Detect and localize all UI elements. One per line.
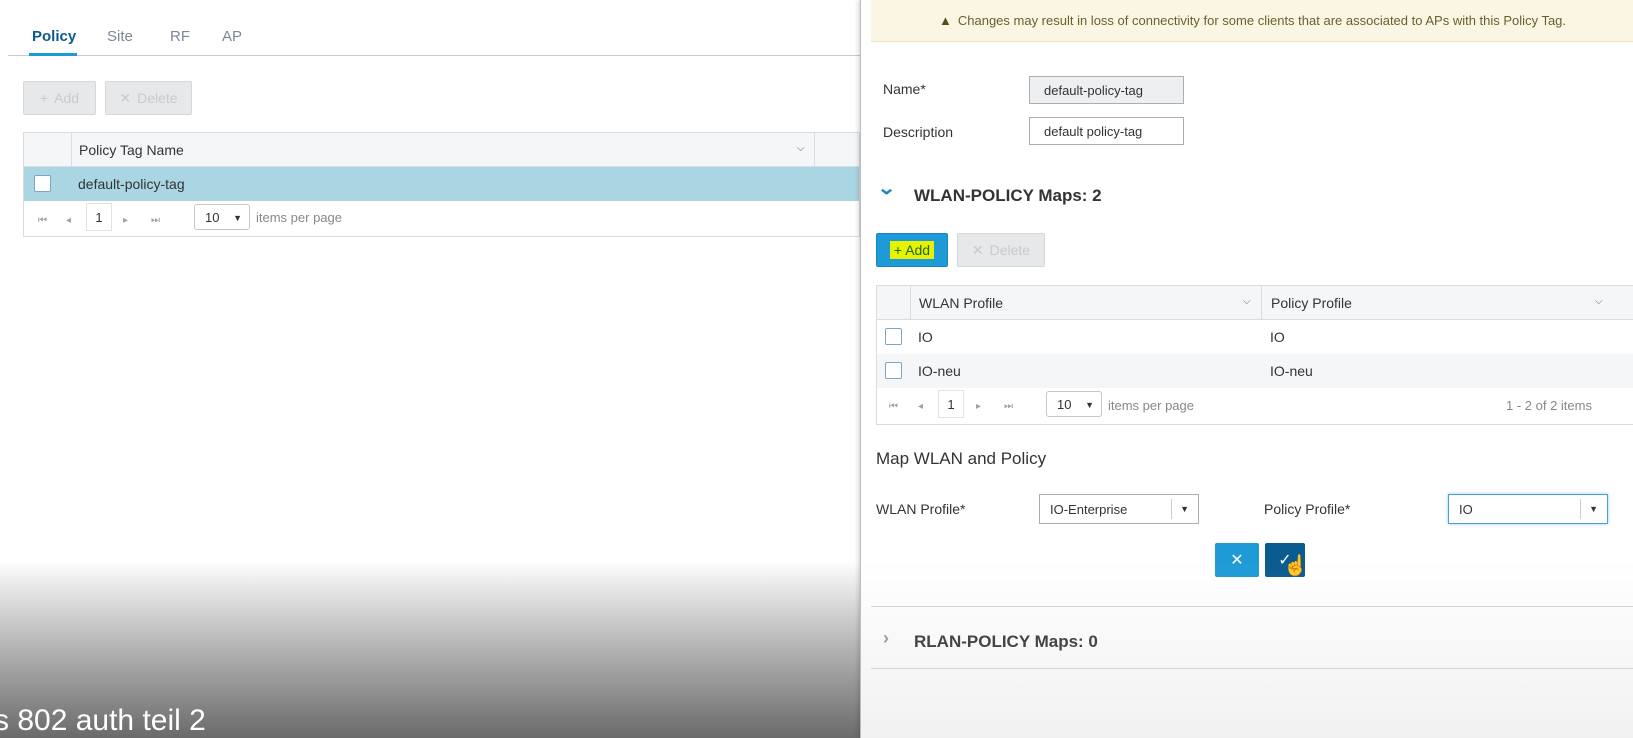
prev-page-icon[interactable]: ◂ bbox=[66, 215, 71, 226]
chevron-down-icon[interactable]: ⌵ bbox=[797, 143, 805, 154]
items-per-page-select[interactable]: 10 ▼ bbox=[194, 204, 250, 230]
add-button-label: Add bbox=[54, 90, 80, 106]
chevron-right-icon[interactable]: › bbox=[883, 628, 889, 649]
close-icon: ✕ bbox=[971, 241, 984, 258]
table-row[interactable]: IO IO bbox=[877, 320, 1633, 354]
items-per-page-select[interactable]: 10 ▼ bbox=[1046, 391, 1102, 417]
tab-policy[interactable]: Policy bbox=[32, 28, 76, 45]
wlan-profile-select[interactable]: IO-Enterprise ▼ bbox=[1039, 494, 1199, 524]
items-per-page-label: items per page bbox=[1108, 398, 1194, 413]
warning-text: Changes may result in loss of connectivi… bbox=[957, 13, 1567, 28]
items-per-page-label: items per page bbox=[256, 210, 342, 225]
edit-policy-tag-panel: ▲ Changes may result in loss of connecti… bbox=[860, 0, 1633, 738]
row-checkbox[interactable] bbox=[885, 362, 902, 379]
delete-mapping-label: Delete bbox=[989, 242, 1031, 258]
warning-icon: ▲ bbox=[938, 13, 952, 28]
warning-banner: ▲ Changes may result in loss of connecti… bbox=[871, 0, 1633, 42]
delete-button[interactable]: ✕ Delete bbox=[105, 81, 192, 115]
table-row[interactable]: default-policy-tag bbox=[24, 167, 859, 201]
wlan-profile-value: IO-Enterprise bbox=[1050, 501, 1128, 517]
wlan-profile-label: WLAN Profile* bbox=[876, 501, 966, 517]
description-label: Description bbox=[883, 124, 954, 140]
select-separator bbox=[1580, 499, 1581, 519]
row-checkbox[interactable] bbox=[34, 175, 51, 192]
add-mapping-highlight: + Add bbox=[889, 241, 935, 259]
section-divider bbox=[871, 606, 1633, 607]
wlan-policy-section-title[interactable]: WLAN-POLICY Maps: 2 bbox=[914, 186, 1102, 206]
tab-rf[interactable]: RF bbox=[170, 28, 190, 45]
close-icon: ✕ bbox=[1230, 552, 1244, 569]
column-header-policy-profile[interactable]: Policy Profile bbox=[1271, 286, 1352, 320]
rlan-policy-section-title[interactable]: RLAN-POLICY Maps: 0 bbox=[914, 632, 1098, 652]
cancel-mapping-button[interactable]: ✕ bbox=[1215, 543, 1259, 577]
policy-profile-cell[interactable]: IO-neu bbox=[1270, 354, 1313, 388]
chevron-down-icon[interactable]: ⌵ bbox=[1595, 296, 1603, 307]
delete-button-label: Delete bbox=[137, 90, 178, 106]
wlan-policy-table: WLAN Profile ⌵ Policy Profile ⌵ IO IO IO… bbox=[876, 285, 1633, 425]
policy-tag-table: Policy Tag Name ⌵ default-policy-tag ⏮ ◂… bbox=[23, 132, 860, 237]
next-page-icon[interactable]: ▸ bbox=[976, 401, 981, 412]
close-icon: ✕ bbox=[119, 89, 132, 106]
pagination: ⏮ ◂ 1 ▸ ⏭ 10 ▼ items per page 1 - 2 of 2… bbox=[877, 389, 1633, 427]
table-header: WLAN Profile ⌵ Policy Profile ⌵ bbox=[877, 286, 1633, 320]
name-field[interactable]: default-policy-tag bbox=[1029, 76, 1184, 104]
tag-tabs: Policy Site RF AP bbox=[8, 0, 860, 56]
plus-icon: + bbox=[893, 242, 903, 258]
chevron-down-icon[interactable]: ⌵ bbox=[1243, 296, 1251, 307]
column-divider bbox=[910, 286, 911, 320]
table-row[interactable]: IO-neu IO-neu bbox=[877, 354, 1633, 388]
current-page[interactable]: 1 bbox=[938, 390, 964, 418]
wlan-profile-cell[interactable]: IO bbox=[918, 320, 933, 354]
column-header-policy-tag-name[interactable]: Policy Tag Name bbox=[79, 133, 184, 167]
map-wlan-policy-title: Map WLAN and Policy bbox=[876, 449, 1047, 468]
policy-profile-cell[interactable]: IO bbox=[1270, 320, 1285, 354]
plus-icon: + bbox=[39, 90, 49, 106]
first-page-icon[interactable]: ⏮ bbox=[889, 401, 898, 412]
next-page-icon[interactable]: ▸ bbox=[123, 215, 128, 226]
select-separator bbox=[1171, 499, 1172, 519]
table-header: Policy Tag Name ⌵ bbox=[24, 133, 859, 167]
policy-tag-name-cell[interactable]: default-policy-tag bbox=[78, 167, 185, 201]
description-field[interactable]: default policy-tag bbox=[1029, 117, 1184, 145]
tab-site[interactable]: Site bbox=[107, 28, 133, 45]
mouse-cursor-icon: ☝ bbox=[1283, 555, 1308, 577]
policy-profile-select[interactable]: IO ▼ bbox=[1448, 494, 1608, 524]
name-label: Name* bbox=[883, 81, 926, 97]
policy-tags-pane: Policy Site RF AP + Add ✕ Delete Policy … bbox=[0, 0, 860, 738]
pagination: ⏮ ◂ 1 ▸ ⏭ 10 ▼ items per page bbox=[24, 203, 859, 241]
items-per-page-value: 10 bbox=[1057, 396, 1072, 412]
items-summary: 1 - 2 of 2 items bbox=[1506, 398, 1592, 413]
policy-profile-label: Policy Profile* bbox=[1264, 501, 1351, 517]
wlan-profile-cell[interactable]: IO-neu bbox=[918, 354, 961, 388]
dropdown-arrow-icon: ▼ bbox=[233, 213, 242, 223]
row-checkbox[interactable] bbox=[885, 328, 902, 345]
current-page[interactable]: 1 bbox=[86, 203, 112, 231]
column-divider bbox=[814, 133, 815, 167]
column-divider bbox=[71, 133, 72, 167]
delete-mapping-button[interactable]: ✕ Delete bbox=[957, 233, 1045, 267]
add-button[interactable]: + Add bbox=[23, 81, 96, 115]
dropdown-arrow-icon: ▼ bbox=[1589, 504, 1598, 514]
column-header-wlan-profile[interactable]: WLAN Profile bbox=[919, 286, 1003, 320]
tab-ap[interactable]: AP bbox=[222, 28, 242, 45]
video-caption: s 802 auth teil 2 bbox=[0, 704, 206, 737]
items-per-page-value: 10 bbox=[205, 209, 220, 225]
first-page-icon[interactable]: ⏮ bbox=[38, 215, 47, 226]
dropdown-arrow-icon: ▼ bbox=[1180, 504, 1189, 514]
active-tab-indicator bbox=[29, 53, 77, 56]
dropdown-arrow-icon: ▼ bbox=[1085, 400, 1094, 410]
column-divider bbox=[1261, 286, 1262, 320]
add-mapping-label: Add bbox=[905, 242, 931, 258]
prev-page-icon[interactable]: ◂ bbox=[918, 401, 923, 412]
last-page-icon[interactable]: ⏭ bbox=[1004, 401, 1013, 412]
last-page-icon[interactable]: ⏭ bbox=[151, 215, 160, 226]
chevron-down-icon[interactable]: ⌄ bbox=[877, 178, 897, 199]
policy-profile-value: IO bbox=[1459, 501, 1473, 517]
add-mapping-button[interactable]: + Add bbox=[876, 233, 948, 267]
section-divider bbox=[871, 668, 1633, 669]
